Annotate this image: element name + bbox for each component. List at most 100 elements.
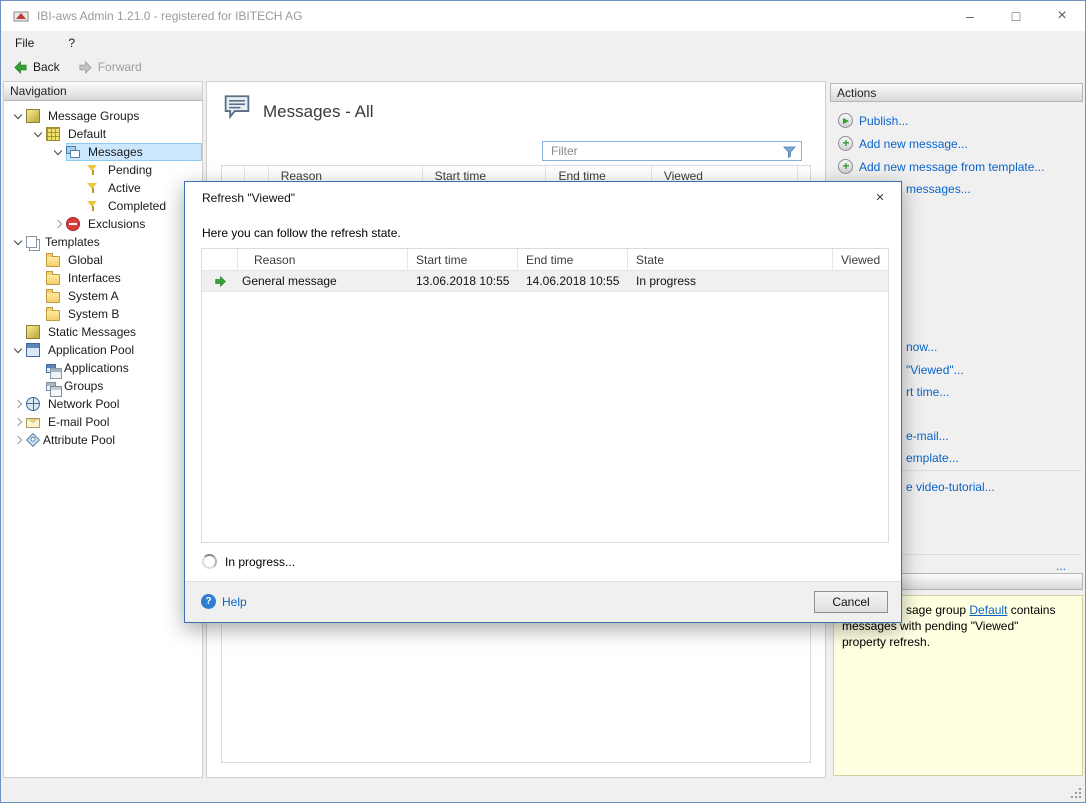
action-clipped-viewed[interactable]: "Viewed"... [906,363,964,377]
action-clipped-video-tutorial[interactable]: e video-tutorial... [906,480,995,494]
nav-item-application-pool[interactable]: Application Pool [4,341,202,359]
chevron-expanded-icon[interactable] [10,107,26,125]
nav-item-label: Exclusions [85,217,148,231]
back-button[interactable]: Back [9,58,64,77]
filter-completed-icon [86,199,100,213]
tree-indent [30,377,46,395]
dialog-close-button[interactable]: × [869,187,891,207]
add-message-icon [838,136,853,151]
chevron-collapsed-icon[interactable] [10,431,26,449]
navigation-tree: Message Groups Default Messages [4,101,202,449]
nav-item-completed[interactable]: Completed [4,197,202,215]
dialog-footer: ? Help Cancel [185,581,901,622]
publish-icon [838,113,853,128]
navigation-panel: Navigation Message Groups Default [3,81,203,778]
cell-end-time: 14.06.2018 10:55 [518,274,628,288]
filter-pending-icon [86,163,100,177]
chevron-collapsed-icon[interactable] [50,215,66,233]
column-viewed[interactable]: Viewed [833,249,888,270]
menu-help[interactable]: ? [64,34,79,52]
action-clipped-email[interactable]: e-mail... [906,429,949,443]
page-title: Messages - All [263,102,374,122]
action-clipped-now[interactable]: now... [906,340,937,354]
nav-item-messages[interactable]: Messages [4,143,202,161]
nav-item-templates[interactable]: Templates [4,233,202,251]
column-start-time[interactable]: Start time [408,249,518,270]
column-reason[interactable]: Reason [238,249,408,270]
minimize-button[interactable]: – [947,1,993,31]
filter-active-icon [86,181,100,195]
cell-start-time: 13.06.2018 10:55 [408,274,518,288]
action-clipped-start-time[interactable]: rt time... [906,385,949,399]
dialog-description: Here you can follow the refresh state. [202,226,401,240]
action-clipped-messages[interactable]: messages... [906,182,971,196]
forward-button[interactable]: Forward [74,58,146,77]
action-clipped-ellipsis[interactable]: ... [1056,559,1066,573]
column-state[interactable]: State [628,249,833,270]
chevron-collapsed-icon[interactable] [10,395,26,413]
refresh-viewed-dialog: Refresh "Viewed" × Here you can follow t… [184,181,902,623]
column-state-icon[interactable] [202,249,238,270]
close-button[interactable]: × [1039,1,1085,31]
window-title: IBI-aws Admin 1.21.0 - registered for IB… [37,9,302,23]
nav-item-applications[interactable]: Applications [4,359,202,377]
nav-item-label: Default [65,127,109,141]
nav-item-pending[interactable]: Pending [4,161,202,179]
action-add-from-template[interactable]: Add new message from template... [838,159,1044,174]
chevron-expanded-icon[interactable] [10,341,26,359]
nav-item-label: Attribute Pool [40,433,118,447]
resize-grip-icon[interactable] [1071,788,1073,790]
chevron-expanded-icon[interactable] [10,233,26,251]
application-window-icon [26,343,40,357]
package-icon [26,325,40,339]
nav-item-label: Message Groups [45,109,142,123]
nav-item-label: E-mail Pool [45,415,112,429]
column-end-time[interactable]: End time [518,249,628,270]
nav-item-system-a[interactable]: System A [4,287,202,305]
chevron-expanded-icon[interactable] [50,143,66,161]
maximize-button[interactable]: □ [993,1,1039,31]
refresh-state-table: Reason Start time End time State Viewed … [201,248,889,543]
menu-file[interactable]: File [11,34,38,52]
help-link[interactable]: ? Help [201,594,247,609]
nav-item-label: Applications [61,361,132,375]
action-clipped-template[interactable]: emplate... [906,451,959,465]
table-row[interactable]: General message 13.06.2018 10:55 14.06.2… [202,271,888,292]
message-group-icon [46,127,60,141]
chevron-collapsed-icon[interactable] [10,413,26,431]
nav-item-network-pool[interactable]: Network Pool [4,395,202,413]
default-group-link[interactable]: Default [969,603,1007,617]
nav-item-attribute-pool[interactable]: Attribute Pool [4,431,202,449]
nav-item-label: Active [105,181,144,195]
nav-item-label: Templates [42,235,103,249]
funnel-icon[interactable] [783,145,796,158]
actions-separator [902,554,1081,555]
nav-item-interfaces[interactable]: Interfaces [4,269,202,287]
tree-indent [30,287,46,305]
cancel-button[interactable]: Cancel [814,591,888,613]
status-bar [1,778,1085,802]
filter-input[interactable] [543,144,783,158]
nav-item-message-groups[interactable]: Message Groups [4,107,202,125]
nav-item-email-pool[interactable]: E-mail Pool [4,413,202,431]
nav-item-default[interactable]: Default [4,125,202,143]
info-line-1: sage group Default contains [906,603,1055,617]
applications-icon [46,364,56,373]
nav-item-global[interactable]: Global [4,251,202,269]
folder-icon [46,310,60,321]
nav-item-active[interactable]: Active [4,179,202,197]
chevron-expanded-icon[interactable] [30,125,46,143]
action-add-new-message[interactable]: Add new message... [838,136,968,151]
actions-separator [902,470,1081,471]
nav-item-groups[interactable]: Groups [4,377,202,395]
nav-item-system-b[interactable]: System B [4,305,202,323]
nav-item-exclusions[interactable]: Exclusions [4,215,202,233]
cell-reason: General message [238,274,408,288]
templates-icon [26,236,37,248]
nav-item-static-messages[interactable]: Static Messages [4,323,202,341]
action-publish[interactable]: Publish... [838,113,908,128]
help-label: Help [222,595,247,609]
nav-item-label: Network Pool [45,397,122,411]
dialog-status: In progress... [202,554,295,569]
dialog-title: Refresh "Viewed" [202,191,295,205]
